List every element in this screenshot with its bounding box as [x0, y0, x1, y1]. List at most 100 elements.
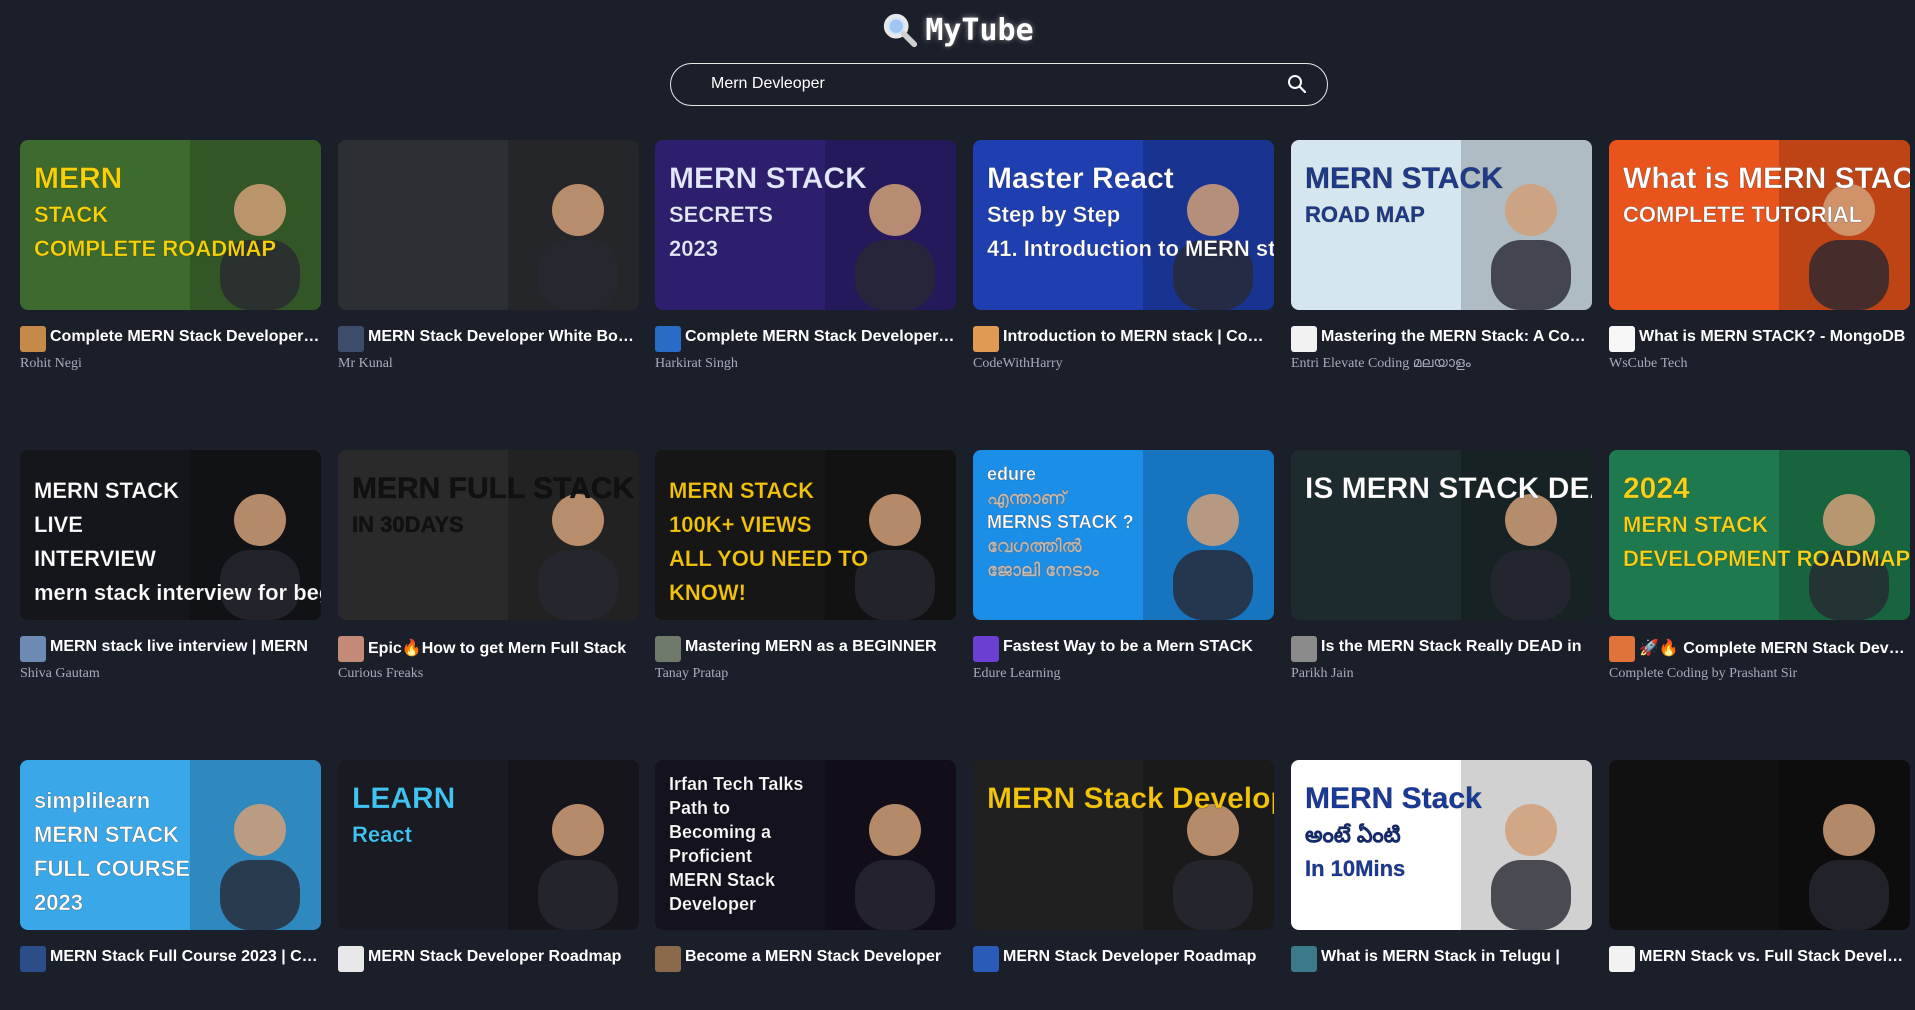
channel-name[interactable]: WsCube Tech [1609, 356, 1910, 374]
channel-avatar[interactable] [973, 326, 999, 352]
video-title[interactable]: Introduction to MERN stack | Complete [1003, 328, 1274, 350]
channel-name[interactable]: Mr Kunal [338, 356, 639, 374]
channel-avatar[interactable] [20, 636, 46, 662]
video-card[interactable]: 2024 MERN STACK DEVELOPMENT ROADMAP 🚀🔥 Comp… [1609, 450, 1910, 700]
video-thumbnail[interactable]: IS MERN STACK DEAD? [1291, 450, 1592, 620]
video-title[interactable]: MERN Stack Developer Roadmap [1003, 948, 1274, 970]
video-title[interactable]: MERN stack live interview | MERN [50, 638, 321, 660]
video-title[interactable]: Mastering the MERN Stack: A Complete [1321, 328, 1592, 350]
video-thumbnail[interactable]: MERN STACK ROAD MAP [1291, 140, 1592, 310]
channel-avatar[interactable] [1609, 636, 1635, 662]
channel-avatar[interactable] [20, 326, 46, 352]
video-card[interactable]: MERN Stack vs. Full Stack Developer [1609, 760, 1910, 1010]
channel-name[interactable]: CodeWithHarry [973, 356, 1274, 374]
video-title[interactable]: What is MERN STACK? - MongoDB [1639, 328, 1910, 350]
channel-avatar[interactable] [655, 636, 681, 662]
channel-avatar[interactable] [1609, 326, 1635, 352]
thumbnail-text: ജോലി നേടാം [987, 560, 1099, 580]
video-thumbnail[interactable]: LEARN React [338, 760, 639, 930]
video-thumbnail[interactable]: simplilearn MERN STACK FULL COURSE 2023 [20, 760, 321, 930]
channel-avatar[interactable] [655, 946, 681, 972]
video-meta: Become a MERN Stack Developer [655, 944, 956, 1004]
video-title[interactable]: Fastest Way to be a Mern STACK [1003, 638, 1274, 660]
channel-avatar[interactable] [1291, 326, 1317, 352]
video-card[interactable]: edure എന്താണ് MERNS STACK ? വേഗത്തിൽ ജോലി നേ… [973, 450, 1274, 700]
video-thumbnail[interactable]: MERN STACK 100K+ VIEWS ALL YOU NEED TO KNOW… [655, 450, 956, 620]
channel-name[interactable]: Entri Elevate Coding മലയാളം [1291, 356, 1592, 374]
video-card[interactable]: MERN FULL STACK IN 30DAYS Epic🔥How to get … [338, 450, 639, 700]
video-thumbnail[interactable]: 2024 MERN STACK DEVELOPMENT ROADMAP [1609, 450, 1910, 620]
video-thumbnail[interactable] [1609, 760, 1910, 930]
channel-name[interactable]: Tanay Pratap [655, 666, 956, 684]
channel-name[interactable] [20, 976, 321, 994]
video-title[interactable]: Epic🔥How to get Mern Full Stack [368, 638, 639, 660]
video-card[interactable]: MERN STACK SECRETS 2023 Complete MERN Stack… [655, 140, 956, 390]
video-title[interactable]: 🚀🔥 Complete MERN Stack Developer [1639, 638, 1910, 660]
video-title[interactable]: Complete MERN Stack Developer Roadmap [685, 328, 956, 350]
channel-name[interactable]: Harkirat Singh [655, 356, 956, 374]
video-title[interactable]: Become a MERN Stack Developer [685, 948, 956, 970]
video-thumbnail[interactable]: edure എന്താണ് MERNS STACK ? വേഗത്തിൽ ജോലി നേ… [973, 450, 1274, 620]
presenter-body [1491, 240, 1571, 310]
channel-name[interactable]: Rohit Negi [20, 356, 321, 374]
video-thumbnail[interactable]: MERN Stack Developer [973, 760, 1274, 930]
video-meta: Mastering the MERN Stack: A Complete Entr… [1291, 324, 1592, 384]
video-meta: Introduction to MERN stack | Complete Cod… [973, 324, 1274, 384]
video-title[interactable]: MERN Stack Developer Roadmap [368, 948, 639, 970]
video-thumbnail[interactable]: MERN STACK COMPLETE ROADMAP [20, 140, 321, 310]
video-thumbnail[interactable] [338, 140, 639, 310]
thumbnail-text: simplilearn [34, 788, 150, 813]
video-card[interactable]: MERN STACK 100K+ VIEWS ALL YOU NEED TO KNOW… [655, 450, 956, 700]
video-thumbnail[interactable]: Master React Step by Step 41. Introduction… [973, 140, 1274, 310]
thumbnail-text: Path to [669, 798, 730, 818]
video-card[interactable]: MERN STACK ROAD MAP Mastering the MERN Sta… [1291, 140, 1592, 390]
video-thumbnail[interactable]: MERN FULL STACK IN 30DAYS [338, 450, 639, 620]
video-thumbnail[interactable]: Irfan Tech Talks Path to Becoming a Profici… [655, 760, 956, 930]
channel-name[interactable] [655, 976, 956, 994]
presenter-head [1187, 494, 1239, 546]
video-card[interactable]: Irfan Tech Talks Path to Becoming a Profici… [655, 760, 956, 1010]
video-title[interactable]: What is MERN Stack in Telugu | [1321, 948, 1592, 970]
channel-name[interactable]: Parikh Jain [1291, 666, 1592, 684]
channel-avatar[interactable] [1291, 946, 1317, 972]
channel-avatar[interactable] [338, 326, 364, 352]
video-card[interactable]: Master React Step by Step 41. Introduction… [973, 140, 1274, 390]
video-title[interactable]: MERN Stack vs. Full Stack Developer [1639, 948, 1910, 970]
channel-name[interactable]: Curious Freaks [338, 666, 639, 684]
video-thumbnail[interactable]: What is MERN STACK? COMPLETE TUTORIAL [1609, 140, 1910, 310]
channel-name[interactable] [1291, 976, 1592, 994]
channel-avatar[interactable] [655, 326, 681, 352]
video-card[interactable]: MERN STACK COMPLETE ROADMAP Complete MERN S… [20, 140, 321, 390]
video-thumbnail[interactable]: MERN Stack అంటే ఏంటి In 10Mins [1291, 760, 1592, 930]
channel-avatar[interactable] [338, 636, 364, 662]
video-card[interactable]: What is MERN STACK?COMPLETE TUTORIAL What… [1609, 140, 1910, 390]
channel-name[interactable]: Shiva Gautam [20, 666, 321, 684]
channel-avatar[interactable] [1291, 636, 1317, 662]
channel-avatar[interactable] [20, 946, 46, 972]
video-card[interactable]: MERN Stack Developer MERN Stack Developer… [973, 760, 1274, 1010]
channel-name[interactable] [1609, 976, 1910, 994]
video-card[interactable]: MERN Stack అంటే ఏంటి In 10Mins What is MERN… [1291, 760, 1592, 1010]
video-title[interactable]: MERN Stack Developer White Board [368, 328, 639, 350]
video-thumbnail[interactable]: MERN STACK LIVE INTERVIEW mern stack interv… [20, 450, 321, 620]
presenter-head [1505, 804, 1557, 856]
video-title[interactable]: MERN Stack Full Course 2023 | Complete [50, 948, 321, 970]
channel-avatar[interactable] [973, 946, 999, 972]
video-card[interactable]: MERN STACK LIVE INTERVIEW mern stack interv… [20, 450, 321, 700]
video-title[interactable]: Complete MERN Stack Developer Roadmap [50, 328, 321, 350]
thumbnail-text: MERN STACK [669, 478, 814, 503]
channel-name[interactable]: Complete Coding by Prashant Sir [1609, 666, 1910, 684]
video-title[interactable]: Is the MERN Stack Really DEAD in [1321, 638, 1592, 660]
video-card[interactable]: simplilearn MERN STACK FULL COURSE 2023 MERN… [20, 760, 321, 1010]
channel-name[interactable]: Edure Learning [973, 666, 1274, 684]
channel-avatar[interactable] [973, 636, 999, 662]
channel-avatar[interactable] [1609, 946, 1635, 972]
channel-name[interactable] [973, 976, 1274, 994]
channel-name[interactable] [338, 976, 639, 994]
video-title[interactable]: Mastering MERN as a BEGINNER [685, 638, 956, 660]
video-thumbnail[interactable]: MERN STACK SECRETS 2023 [655, 140, 956, 310]
video-card[interactable]: MERN Stack Developer White Board Mr Kunal [338, 140, 639, 390]
video-card[interactable]: LEARN React MERN Stack Developer Roadmap [338, 760, 639, 1010]
video-card[interactable]: IS MERN STACK DEAD? Is the MERN Stack Rea… [1291, 450, 1592, 700]
channel-avatar[interactable] [338, 946, 364, 972]
